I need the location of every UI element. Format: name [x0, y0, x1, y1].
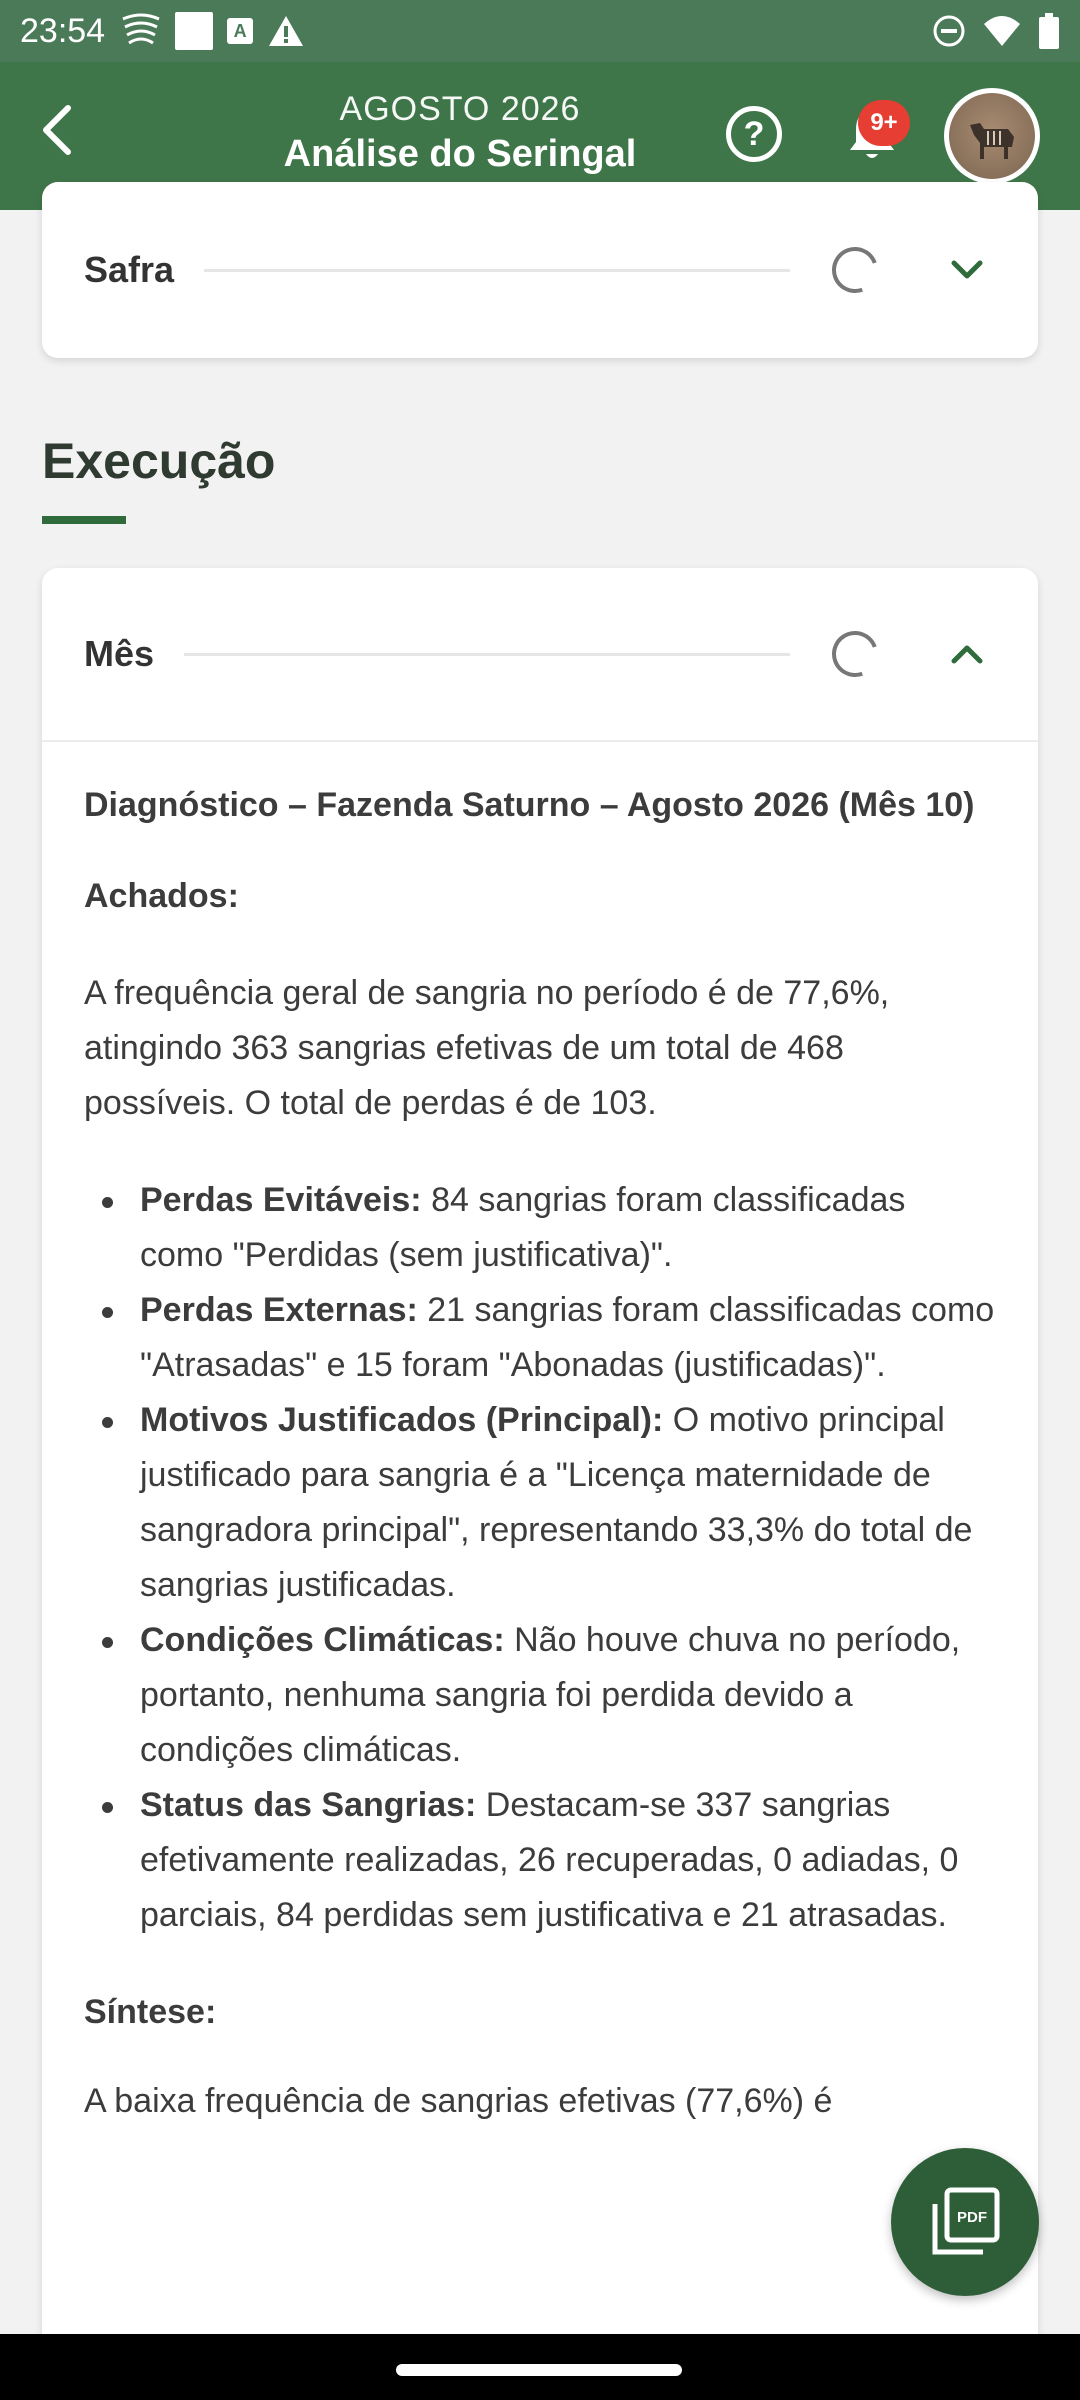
home-gesture-handle[interactable]: [396, 2364, 682, 2376]
sintese-label: Síntese:: [84, 1993, 217, 2031]
findings-list: Perdas Evitáveis: 84 sangrias foram clas…: [84, 1173, 996, 1943]
pdf-export-button[interactable]: PDF: [891, 2148, 1039, 2296]
header-subtitle: AGOSTO 2026: [339, 90, 581, 128]
pdf-icon: PDF: [932, 2187, 1000, 2255]
avatar[interactable]: [944, 88, 1040, 184]
mes-card-header[interactable]: Mês: [42, 568, 1038, 740]
mes-card: Mês Diagnóstico – Fazenda Saturno – Agos…: [42, 568, 1038, 2368]
status-bar: 23:54 A: [0, 0, 1080, 62]
mes-progress-line: [184, 652, 790, 656]
section-title: Execução: [42, 433, 276, 489]
square-icon: [175, 12, 214, 50]
warning-icon: [269, 16, 304, 46]
diagnosis-content: Diagnóstico – Fazenda Saturno – Agosto 2…: [42, 740, 1038, 2129]
safra-card: Safra: [42, 182, 1038, 358]
diagnosis-intro: A frequência geral de sangria no período…: [84, 974, 890, 1122]
safra-card-header[interactable]: Safra: [42, 182, 1038, 358]
back-arrow-icon[interactable]: [30, 100, 90, 160]
chevron-up-icon[interactable]: [950, 637, 984, 671]
header-titles: AGOSTO 2026 Análise do Seringal: [230, 90, 690, 176]
loading-spinner-icon: [824, 239, 886, 301]
diagnosis-heading: Diagnóstico – Fazenda Saturno – Agosto 2…: [84, 786, 975, 824]
loading-spinner-icon: [824, 623, 886, 685]
notification-badge: 9+: [858, 100, 910, 146]
dnd-icon: [933, 15, 965, 47]
zebra-avatar-icon: [970, 123, 1014, 159]
page-title: Análise do Seringal: [283, 133, 637, 175]
chevron-down-icon[interactable]: [950, 253, 984, 287]
list-item: Status das Sangrias: Destacam-se 337 san…: [84, 1778, 996, 1943]
wifi-icon: [984, 16, 1020, 46]
list-item: Perdas Evitáveis: 84 sangrias foram clas…: [84, 1173, 996, 1283]
status-time: 23:54: [20, 11, 106, 50]
battery-icon: [1039, 13, 1059, 49]
section-underline: [42, 516, 126, 524]
mes-label: Mês: [84, 633, 155, 674]
a-icon: A: [227, 18, 254, 44]
list-item: Motivos Justificados (Principal): O moti…: [84, 1393, 996, 1613]
safra-label: Safra: [84, 249, 175, 290]
wifi-calling-icon: [122, 13, 160, 45]
list-item: Perdas Externas: 21 sangrias foram class…: [84, 1283, 996, 1393]
svg-text:PDF: PDF: [957, 2209, 987, 2226]
safra-progress-line: [204, 268, 790, 272]
achados-label: Achados:: [84, 877, 239, 915]
list-item: Condições Climáticas: Não houve chuva no…: [84, 1613, 996, 1778]
help-icon[interactable]: ?: [726, 106, 782, 162]
sintese-text: A baixa frequência de sangrias efetivas …: [84, 2082, 833, 2120]
